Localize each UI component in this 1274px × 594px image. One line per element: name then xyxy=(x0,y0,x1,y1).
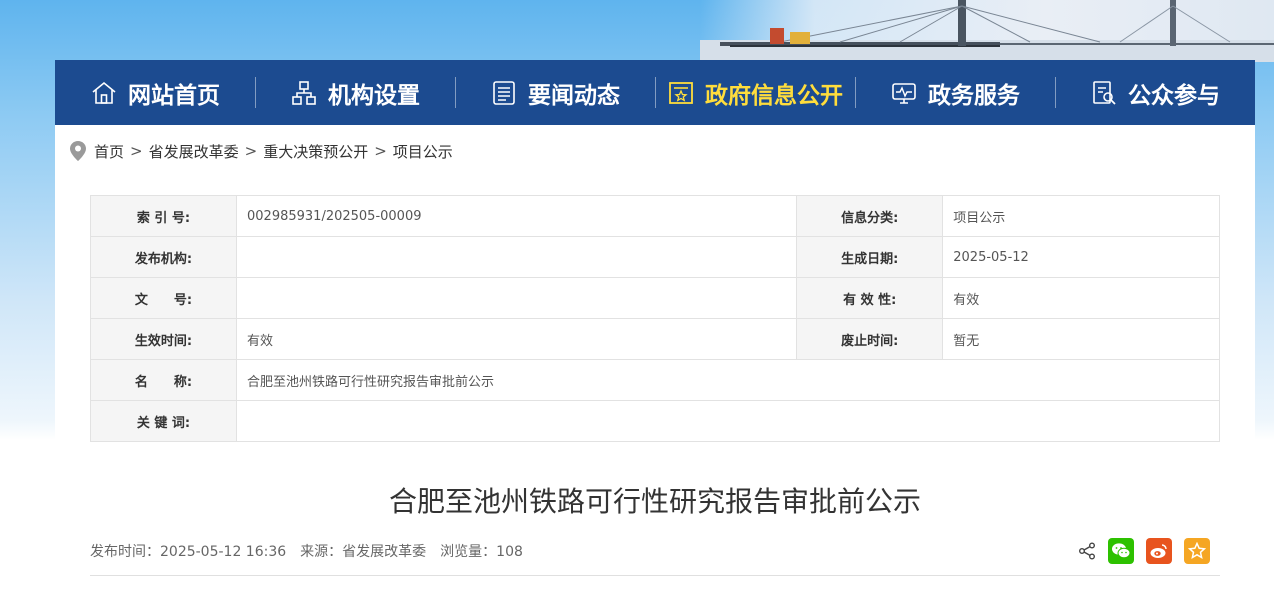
name-value: 合肥至池州铁路可行性研究报告审批前公示 xyxy=(236,359,1220,401)
star-icon xyxy=(1188,542,1206,560)
publish-time: 发布时间：2025-05-12 16:36 xyxy=(90,544,287,560)
keywords-value xyxy=(236,400,1220,442)
table-row: 文 号: 有 效 性: 有效 xyxy=(90,277,1220,319)
abolish-time-value: 暂无 xyxy=(942,318,1220,360)
validity-value: 有效 xyxy=(942,277,1220,319)
service-monitor-icon xyxy=(892,82,916,104)
nav-gov-info[interactable]: 政府信息公开 xyxy=(655,60,855,125)
breadcrumb-separator: > xyxy=(130,142,143,160)
breadcrumb-home[interactable]: 首页 xyxy=(94,141,124,162)
breadcrumb-separator: > xyxy=(374,142,387,160)
created-date-value: 2025-05-12 xyxy=(942,236,1220,278)
abolish-time-label: 废止时间: xyxy=(796,318,944,360)
org-chart-icon xyxy=(292,80,316,105)
name-label: 名 称: xyxy=(90,359,237,401)
breadcrumb-major-decisions[interactable]: 重大决策预公开 xyxy=(263,141,368,162)
effective-time-value: 有效 xyxy=(235,318,798,360)
home-icon xyxy=(92,81,116,104)
table-row: 索 引 号: 002985931/202505-00009 信息分类: 项目公示 xyxy=(90,195,1220,237)
info-open-icon xyxy=(669,81,693,104)
index-value: 002985931/202505-00009 xyxy=(235,195,798,237)
nav-news[interactable]: 要闻动态 xyxy=(455,60,655,125)
nav-label: 政府信息公开 xyxy=(705,82,843,109)
nav-label: 要闻动态 xyxy=(528,82,620,109)
nav-label: 网站首页 xyxy=(128,82,220,109)
favorite-button[interactable] xyxy=(1184,538,1210,564)
article-source: 来源：省发展改革委 xyxy=(300,544,427,560)
share-icon[interactable] xyxy=(1078,542,1096,560)
weibo-icon xyxy=(1150,544,1167,558)
effective-time-label: 生效时间: xyxy=(90,318,237,360)
created-date-label: 生成日期: xyxy=(796,236,944,278)
article-info: 发布时间：2025-05-12 16:36 来源：省发展改革委 浏览量：108 xyxy=(90,541,523,561)
weibo-share-button[interactable] xyxy=(1146,538,1172,564)
wechat-icon xyxy=(1112,543,1131,559)
content-area: 首页 > 省发展改革委 > 重大决策预公开 > 项目公示 索 引 号: 0029… xyxy=(55,125,1255,594)
table-row: 关 键 词: xyxy=(90,400,1220,442)
table-row: 发布机构: 生成日期: 2025-05-12 xyxy=(90,236,1220,278)
index-label: 索 引 号: xyxy=(90,195,237,237)
wechat-share-button[interactable] xyxy=(1108,538,1134,564)
main-nav: 网站首页 机构设置 要闻动态 政府信息公开 政务服务 公众参与 xyxy=(55,60,1255,125)
nav-label: 公众参与 xyxy=(1128,82,1220,109)
article-title: 合肥至池州铁路可行性研究报告审批前公示 xyxy=(388,485,921,518)
bridge-illustration xyxy=(700,0,1274,62)
nav-organization[interactable]: 机构设置 xyxy=(255,60,455,125)
breadcrumb-separator: > xyxy=(244,142,258,160)
nav-gov-service[interactable]: 政务服务 xyxy=(855,60,1055,125)
breadcrumb: 首页 > 省发展改革委 > 重大决策预公开 > 项目公示 xyxy=(70,139,453,163)
header-banner xyxy=(0,0,1274,62)
publisher-label: 发布机构: xyxy=(90,236,237,278)
doc-number-label: 文 号: xyxy=(90,277,237,319)
doc-number-value xyxy=(235,277,798,319)
table-row: 名 称: 合肥至池州铁路可行性研究报告审批前公示 xyxy=(90,359,1220,401)
share-bar xyxy=(1078,538,1210,564)
breadcrumb-provincial-ndrc[interactable]: 省发展改革委 xyxy=(149,141,239,162)
document-metadata-table: 索 引 号: 002985931/202505-00009 信息分类: 项目公示… xyxy=(90,195,1220,442)
nav-label: 机构设置 xyxy=(328,82,420,109)
keywords-label: 关 键 词: xyxy=(90,400,237,442)
news-icon xyxy=(493,80,515,105)
table-row: 生效时间: 有效 废止时间: 暂无 xyxy=(90,318,1220,360)
nav-label: 政务服务 xyxy=(928,82,1020,109)
nav-home[interactable]: 网站首页 xyxy=(55,60,255,125)
nav-public-participation[interactable]: 公众参与 xyxy=(1055,60,1255,125)
view-count: 浏览量：108 xyxy=(440,544,523,560)
publisher-value xyxy=(235,236,798,278)
category-value: 项目公示 xyxy=(942,195,1220,237)
location-pin-icon xyxy=(70,141,86,161)
validity-label: 有 效 性: xyxy=(796,277,944,319)
participation-icon xyxy=(1093,80,1116,105)
breadcrumb-project-notice[interactable]: 项目公示 xyxy=(393,141,453,162)
divider xyxy=(90,575,1220,576)
category-label: 信息分类: xyxy=(796,195,944,237)
